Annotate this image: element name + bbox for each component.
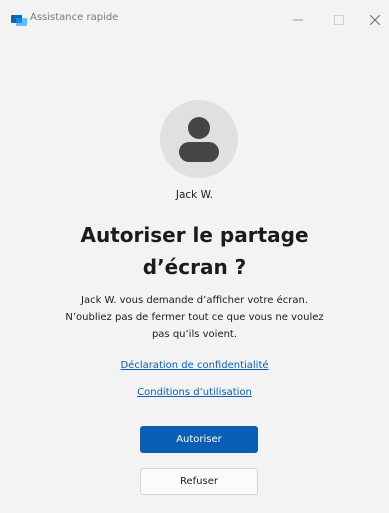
title-bar[interactable]: Assistance rapide: [0, 0, 389, 40]
minimize-button[interactable]: [275, 4, 321, 36]
person-icon: [160, 100, 238, 178]
description-line: Jack W. vous demande d’afficher votre éc…: [81, 295, 308, 306]
dialog-description: Jack W. vous demande d’afficher votre éc…: [45, 292, 344, 343]
terms-of-use-link[interactable]: Conditions d’utilisation: [0, 387, 389, 398]
requester-name: Jack W.: [175, 189, 214, 201]
minimize-icon: [293, 15, 303, 25]
close-icon: [370, 15, 380, 25]
allow-button[interactable]: Autoriser: [140, 426, 258, 453]
dialog-title-line: d’écran ?: [142, 255, 247, 279]
deny-button[interactable]: Refuser: [140, 468, 258, 495]
description-line: pas qu’ils voient.: [151, 329, 238, 340]
close-button[interactable]: [352, 4, 389, 36]
avatar: [160, 100, 238, 178]
dialog-title: Autoriser le partage d’écran ?: [40, 219, 349, 283]
description-line: N’oubliez pas de fermer tout ce que vous…: [65, 312, 324, 323]
quick-assist-icon: [11, 12, 27, 26]
privacy-statement-link[interactable]: Déclaration de confidentialité: [0, 360, 389, 371]
window-title: Assistance rapide: [30, 12, 119, 23]
quick-assist-window: Assistance rapide Jack W. Autoriser le p…: [0, 0, 389, 513]
maximize-icon: [334, 15, 344, 25]
dialog-title-line: Autoriser le partage: [80, 223, 309, 247]
